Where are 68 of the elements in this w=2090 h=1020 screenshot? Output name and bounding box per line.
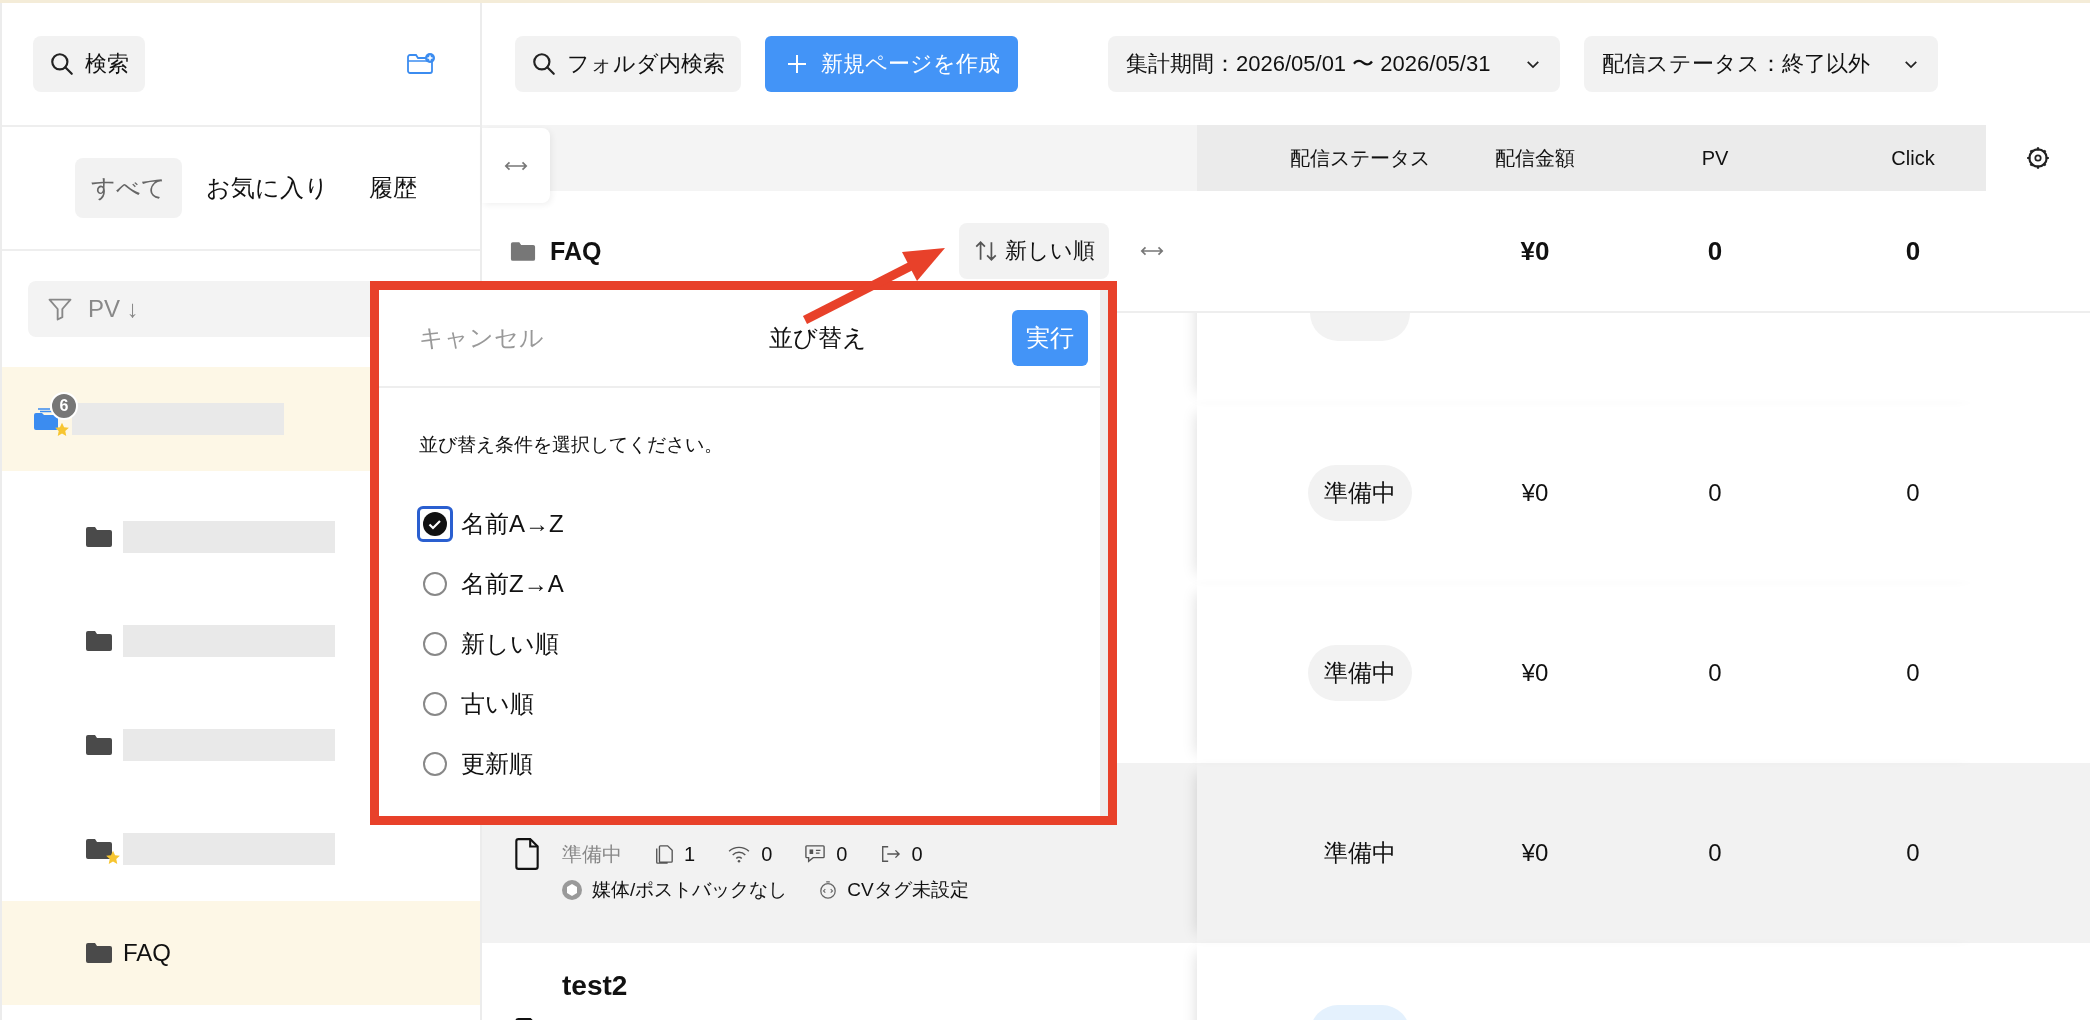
document-icon [514,838,540,870]
tree-item[interactable]: FAQ [2,901,480,1005]
search-icon [49,51,75,77]
click-cell: 0 [1906,479,1920,507]
code-icon [819,880,838,900]
chevron-down-icon [1904,59,1919,69]
total-click: 0 [1904,235,1922,267]
pages-icon [654,843,674,865]
folder-icon [85,526,113,548]
wifi-icon [727,845,752,863]
folder-name: FAQ [123,939,171,967]
radio-button[interactable] [423,752,447,776]
message-count: 0 [836,842,848,866]
cv-tag-status: CVタグ未設定 [847,878,969,902]
status-badge: 準備中 [1308,645,1412,701]
total-amount: ¥0 [1519,235,1551,267]
dialog-title: 並び替え [769,323,867,353]
status-dropdown[interactable]: 配信ステータス：終了以外 [1584,36,1939,92]
column-header: PV [1700,146,1730,170]
page-name[interactable]: test2 [562,970,628,1002]
resize-icon[interactable] [1139,245,1165,257]
column-header: Click [1890,146,1936,170]
folder-icon [85,942,113,964]
page-count: 1 [684,842,696,866]
amount-cell: ¥0 [1521,479,1549,507]
period-dropdown[interactable]: 集計期間：2026/05/01 〜 2026/05/31 [1108,36,1561,92]
folder-title: FAQ [550,236,602,266]
amount-cell: ¥0 [1521,839,1549,867]
signal-count: 0 [761,842,773,866]
radio-button[interactable] [423,632,447,656]
click-cell: 0 [1906,839,1920,867]
settings-icon[interactable] [2025,145,2051,171]
sort-button[interactable]: 新しい順 [959,223,1109,279]
sidebar-tab[interactable]: お気に入り [190,158,345,218]
cube-icon [562,880,582,900]
folder-icon [85,838,113,860]
pv-cell: 0 [1708,659,1722,687]
exit-count: 0 [911,842,923,866]
chat-icon [804,844,827,864]
folder-icon [85,734,113,756]
sort-icon [973,238,999,264]
folder-icon [85,630,113,652]
chevron-down-icon [1526,59,1541,69]
folder-add-icon[interactable] [406,52,436,76]
resize-handle[interactable] [482,128,550,203]
click-cell: 0 [1906,659,1920,687]
plus-icon [787,54,807,74]
count-badge: 6 [50,392,78,420]
exit-icon [879,844,902,864]
search-button[interactable]: 検索 [33,36,145,92]
pv-cell: 0 [1708,839,1722,867]
amount-cell: ¥0 [1521,659,1549,687]
column-header: 配信金額 [1494,145,1576,171]
media-status: 媒体/ポストバックなし [592,878,788,902]
search-icon [531,51,557,77]
pv-cell: 0 [1708,479,1722,507]
total-pv: 0 [1706,235,1724,267]
folder-icon [510,240,536,262]
column-header: 配信ステータス [1289,145,1431,171]
radio-button[interactable] [417,506,453,542]
radio-button[interactable] [423,572,447,596]
sidebar-tab[interactable]: すべて [75,158,182,218]
status-badge: 準備中 [1308,465,1412,521]
page-status: 準備中 [562,841,622,867]
resize-icon [503,159,529,172]
folder-search-button[interactable]: フォルダ内検索 [515,36,741,92]
sidebar-tab[interactable]: 履歴 [353,158,433,218]
radio-button[interactable] [423,692,447,716]
